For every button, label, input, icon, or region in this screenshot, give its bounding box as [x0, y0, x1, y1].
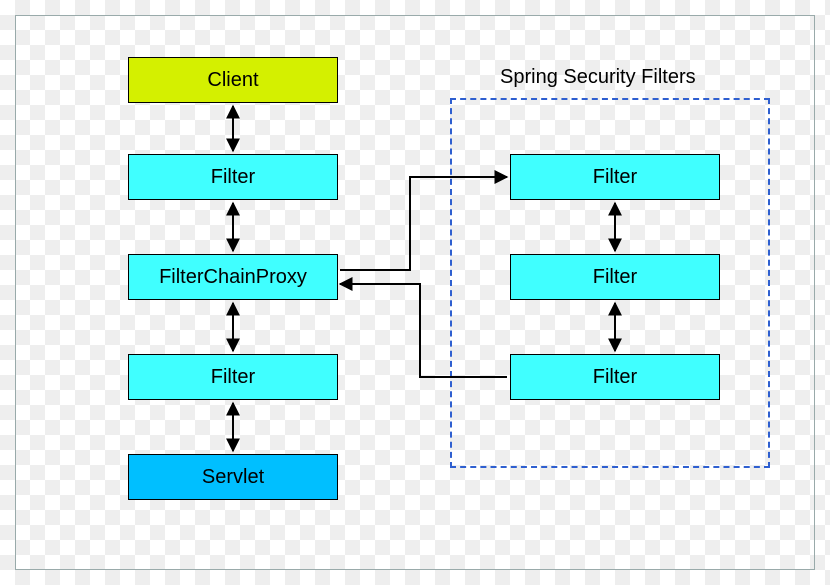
security-filter-3: Filter	[510, 354, 720, 400]
filter-bottom-box: Filter	[128, 354, 338, 400]
client-box: Client	[128, 57, 338, 103]
security-filters-title: Spring Security Filters	[500, 66, 696, 89]
filterchainproxy-box: FilterChainProxy	[128, 254, 338, 300]
diagram-canvas: Client Filter FilterChainProxy Filter Se…	[0, 0, 830, 585]
security-filter-2: Filter	[510, 254, 720, 300]
security-filter-1: Filter	[510, 154, 720, 200]
servlet-box: Servlet	[128, 454, 338, 500]
filter-top-box: Filter	[128, 154, 338, 200]
